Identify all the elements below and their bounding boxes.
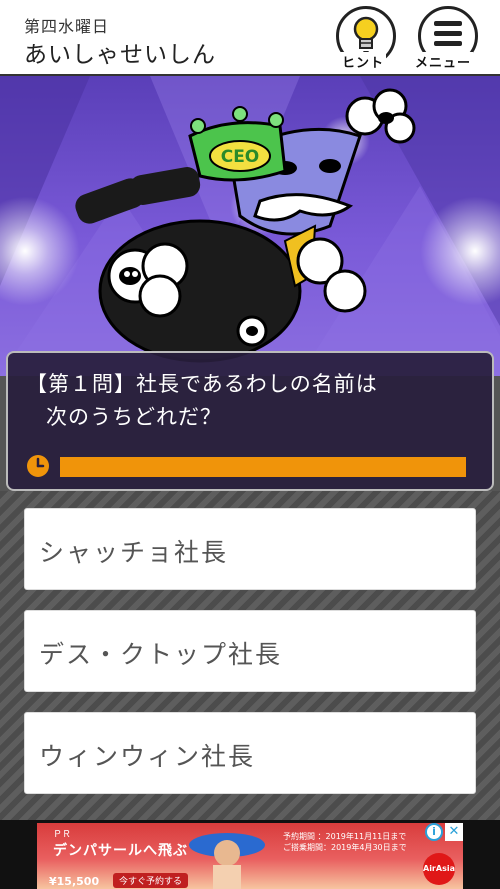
svg-text:CEO: CEO bbox=[221, 147, 260, 167]
answer-list: シャッチョ社長 デス・クトップ社長 ウィンウィン社長 bbox=[0, 491, 500, 820]
chapter-title: あいしゃせいしん bbox=[24, 42, 216, 68]
ad-close-icon[interactable]: ✕ bbox=[445, 823, 463, 841]
answer-label: シャッチョ社長 bbox=[39, 538, 229, 567]
hint-button-label: ヒント bbox=[340, 52, 387, 71]
ad-cta-button[interactable]: 今すぐ予約する bbox=[113, 873, 189, 888]
episode-subtitle: 第四水曜日 bbox=[24, 17, 110, 36]
ad-logo: AirAsia bbox=[423, 853, 455, 885]
ad-pr-label: ＰＲ bbox=[53, 830, 72, 840]
answer-option-2[interactable]: デス・クトップ社長 bbox=[24, 610, 476, 692]
ad-bar: ＰＲ デンパサールへ飛ぶ ¥15,500 今すぐ予約する 予約期間 ：2019年… bbox=[0, 820, 500, 889]
ad-info-icon[interactable]: i bbox=[425, 823, 443, 841]
ad-banner[interactable]: ＰＲ デンパサールへ飛ぶ ¥15,500 今すぐ予約する 予約期間 ：2019年… bbox=[37, 823, 463, 889]
answer-label: デス・クトップ社長 bbox=[39, 640, 283, 669]
question-text-line2: 次のうちどれだ？ bbox=[46, 405, 222, 429]
app-header: 第四水曜日 あいしゃせいしん ヒント メニュー bbox=[0, 0, 500, 76]
answer-option-1[interactable]: シャッチョ社長 bbox=[24, 508, 476, 590]
timer-bar-track bbox=[60, 457, 466, 477]
question-text-line1: 【第１問】社長であるわしの名前は bbox=[26, 372, 378, 396]
ad-photo bbox=[189, 833, 265, 889]
question-panel: 【第１問】社長であるわしの名前は 次のうちどれだ？ bbox=[6, 351, 494, 491]
scene-illustration: CEO bbox=[0, 76, 500, 376]
ad-price: ¥15,500 bbox=[49, 875, 100, 888]
menu-button-label: メニュー bbox=[413, 52, 474, 71]
timer-bar-fill bbox=[60, 457, 466, 477]
answer-option-3[interactable]: ウィンウィン社長 bbox=[24, 712, 476, 794]
ad-fine-line: 予約期間 ：2019年11月11日まで bbox=[283, 832, 407, 841]
ad-fine-line: ご搭乗期間：2019年4月30日まで bbox=[283, 843, 407, 852]
ad-fine-print: 予約期間 ：2019年11月11日まで ご搭乗期間：2019年4月30日まで bbox=[283, 831, 407, 853]
ad-headline: デンパサールへ飛ぶ bbox=[53, 843, 188, 859]
clock-icon bbox=[27, 455, 49, 477]
ceo-character: CEO bbox=[75, 88, 416, 363]
answer-label: ウィンウィン社長 bbox=[39, 742, 256, 771]
